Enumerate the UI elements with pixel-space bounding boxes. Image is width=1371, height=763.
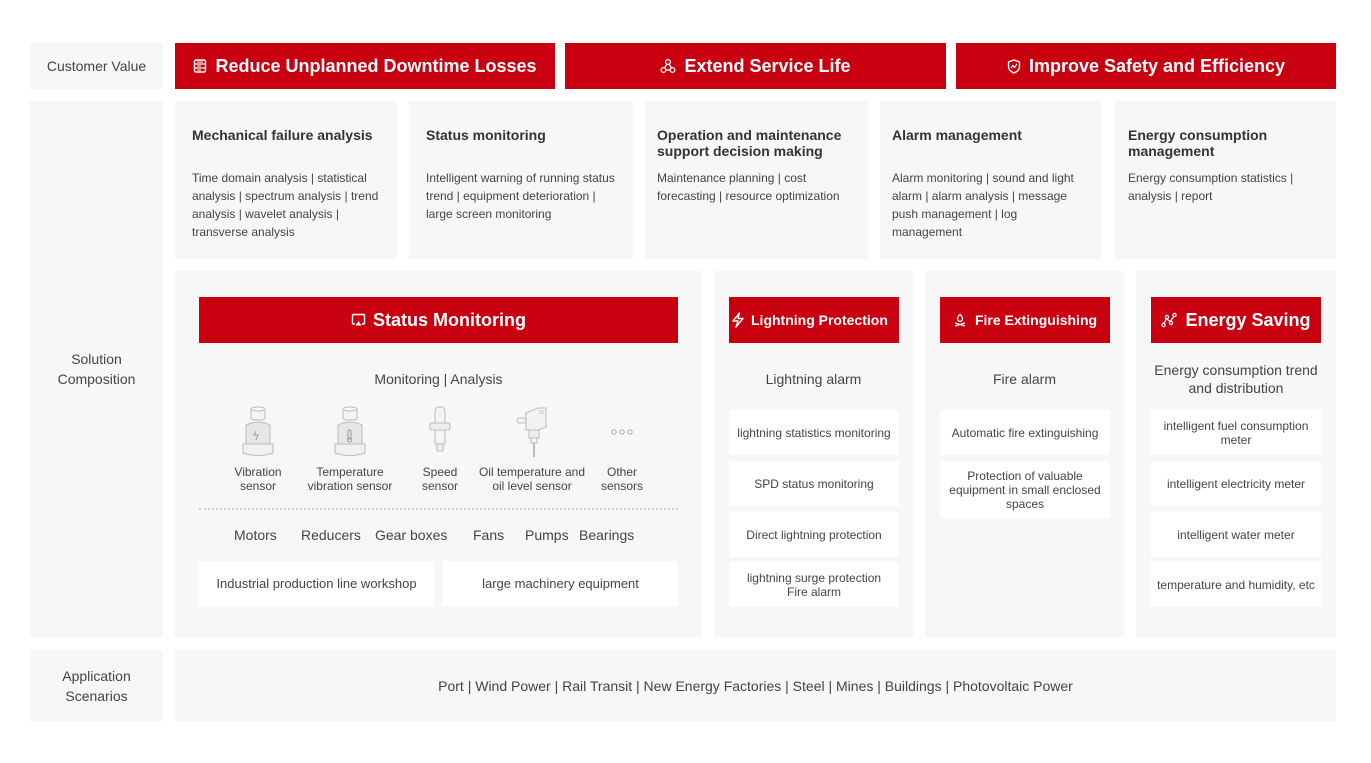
application-scenarios-list: Port | Wind Power | Rail Transit | New E… — [175, 650, 1336, 721]
energy-subtitle: Energy consumption trend and distributio… — [1154, 362, 1318, 396]
vibration-sensor-icon — [242, 406, 274, 456]
energy-saving-title: Energy Saving — [1185, 309, 1311, 330]
feature-title: Operation and maintenance support decisi… — [657, 127, 842, 159]
row-label-text: Application Scenarios — [62, 667, 131, 704]
fire-extinguishing-header: Fire Extinguishing — [940, 297, 1110, 343]
sensor-label: Temperature vibration sensor — [307, 465, 393, 493]
status-monitoring-header: Status Monitoring — [199, 297, 678, 343]
status-monitoring-title: Status Monitoring — [373, 309, 526, 330]
feature-card-alarm-management: Alarm management Alarm monitoring | soun… — [880, 101, 1102, 259]
scenarios-text: Port | Wind Power | Rail Transit | New E… — [438, 677, 1073, 694]
row-label-application-scenarios: Application Scenarios — [30, 650, 163, 721]
lightning-protection-header: Lightning Protection — [729, 297, 899, 343]
feature-title: Alarm management — [892, 127, 1022, 143]
row-label-solution-composition: Solution Composition — [30, 101, 163, 637]
feature-card-operation-maintenance: Operation and maintenance support decisi… — [645, 101, 868, 259]
energy-item: intelligent fuel consumption meter — [1151, 410, 1321, 455]
feature-title: Mechanical failure analysis — [192, 127, 373, 143]
fire-extinguishing-title: Fire Extinguishing — [974, 312, 1098, 328]
customer-value-label: Extend Service Life — [684, 55, 851, 76]
customer-value-safety: Improve Safety and Efficiency — [956, 43, 1336, 89]
feature-title: Energy consumption management — [1128, 127, 1268, 159]
sensor-label: Vibration sensor — [234, 465, 282, 493]
feature-card-energy-consumption: Energy consumption management Energy con… — [1114, 101, 1336, 259]
lightning-item: lightning surge protection Fire alarm — [729, 562, 899, 607]
equipment-label: Gear boxes — [375, 527, 448, 543]
energy-saving-header: Energy Saving — [1151, 297, 1321, 343]
feature-title: Status monitoring — [426, 127, 546, 143]
customer-value-label: Reduce Unplanned Downtime Losses — [215, 55, 537, 76]
fire-extinguishing-panel: Fire Extinguishing Fire alarm Automatic … — [925, 271, 1124, 637]
divider — [199, 508, 678, 510]
campfire-icon — [954, 313, 966, 327]
sensor-other: Other sensors — [595, 405, 649, 493]
fire-subtitle: Fire alarm — [992, 371, 1056, 387]
sensor-label: Other sensors — [600, 465, 644, 493]
lightning-protection-title: Lightning Protection — [751, 312, 888, 328]
row-label-text: Customer Value — [46, 58, 147, 74]
feature-description: Alarm monitoring | sound and light alarm… — [892, 171, 1074, 239]
sensor-vibration: Vibration sensor — [225, 405, 291, 493]
energy-item: temperature and humidity, etc — [1151, 562, 1321, 607]
feature-description: Intelligent warning of running status tr… — [426, 171, 615, 221]
feature-description: Time domain analysis | statistical analy… — [192, 171, 379, 239]
feature-card-status-monitoring: Status monitoring Intelligent warning of… — [409, 101, 633, 259]
network-nodes-icon — [660, 58, 677, 74]
shield-pulse-icon — [1007, 58, 1021, 74]
lightning-subtitle: Lightning alarm — [765, 371, 862, 387]
customer-value-service-life: Extend Service Life — [565, 43, 946, 89]
row-label-text: Solution Composition — [57, 351, 136, 387]
energy-item: intelligent water meter — [1151, 512, 1321, 557]
screen-cast-icon — [351, 313, 366, 326]
sensor-oil-temperature-level: Oil temperature and oil level sensor — [475, 405, 589, 493]
lightning-item: Direct lightning protection — [729, 512, 899, 557]
lightning-icon — [732, 312, 744, 328]
energy-saving-panel: Energy Saving Energy consumption trend a… — [1136, 271, 1336, 637]
sensor-speed: Speed sensor — [411, 405, 469, 493]
equipment-label: Fans — [473, 527, 505, 543]
status-monitoring-subtitle: Monitoring | Analysis — [374, 371, 503, 387]
temperature-sensor-icon — [334, 406, 366, 456]
trend-line-icon — [1161, 312, 1178, 328]
more-dots-icon — [611, 429, 633, 435]
equipment-label: Motors — [234, 527, 277, 543]
customer-value-label: Improve Safety and Efficiency — [1028, 55, 1286, 76]
equipment-label: Pumps — [525, 527, 569, 543]
status-monitoring-panel: Status Monitoring Monitoring | Analysis … — [175, 271, 702, 637]
row-label-customer-value: Customer Value — [30, 43, 163, 89]
fire-item: Automatic fire extinguishing — [940, 410, 1110, 455]
feature-card-mechanical-failure: Mechanical failure analysis Time domain … — [175, 101, 397, 259]
sensor-label: Oil temperature and oil level sensor — [478, 465, 586, 493]
scene-box: large machinery equipment — [443, 561, 678, 606]
feature-description: Maintenance planning | cost forecasting … — [657, 171, 840, 203]
sensor-temperature-vibration: Temperature vibration sensor — [303, 405, 397, 493]
customer-value-downtime: Reduce Unplanned Downtime Losses — [175, 43, 555, 89]
sensor-label: Speed sensor — [421, 465, 459, 493]
equipment-label: Bearings — [579, 527, 635, 543]
feature-description: Energy consumption statistics | analysis… — [1128, 171, 1294, 203]
speed-sensor-icon — [429, 406, 451, 452]
lightning-protection-panel: Lightning Protection Lightning alarm lig… — [714, 271, 913, 637]
oil-sensor-icon — [516, 407, 547, 457]
lightning-item: lightning statistics monitoring — [729, 410, 899, 455]
lightning-item: SPD status monitoring — [729, 461, 899, 506]
energy-item: intelligent electricity meter — [1151, 461, 1321, 506]
scene-box: Industrial production line workshop — [199, 561, 434, 606]
fire-item: Protection of valuable equipment in smal… — [940, 461, 1110, 518]
equipment-label: Reducers — [301, 527, 361, 543]
server-stack-icon — [194, 59, 207, 73]
